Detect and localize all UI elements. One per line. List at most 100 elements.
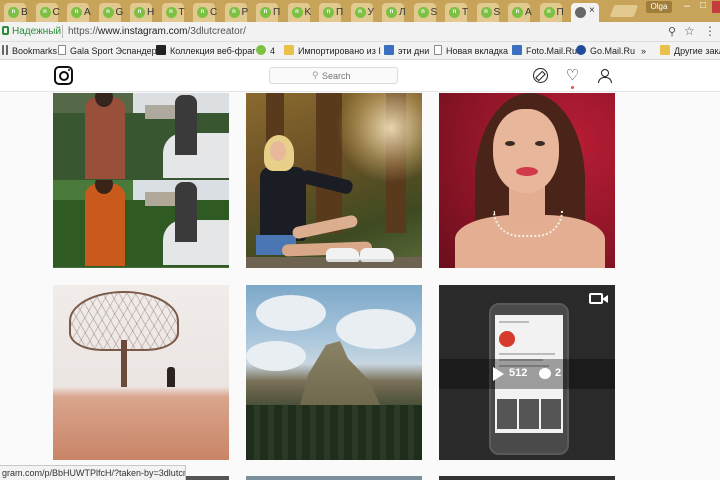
browser-tab[interactable]: nC <box>35 3 60 22</box>
bookmark-item[interactable]: » <box>641 44 646 58</box>
tab-strip: n Bn Cn An Gn Hn Tn Cn Pn Пn Kn Пn Уn Лn Sn Tn Sn An П × Ol… <box>0 0 720 22</box>
browser-tab[interactable]: nK <box>287 3 312 22</box>
bookmark-label: эти дни <box>398 46 430 56</box>
navy-bookmark-icon <box>576 45 586 55</box>
browser-tab[interactable]: nT <box>161 3 185 22</box>
browser-tab[interactable]: nУ <box>350 3 374 22</box>
comment-icon <box>539 368 551 379</box>
browser-tab[interactable]: nA <box>67 3 91 22</box>
bookmark-label: » <box>641 46 647 56</box>
bookmark-item[interactable]: 4 <box>256 44 275 58</box>
search-box[interactable]: ⚲ <box>269 67 398 84</box>
tab-title: Л <box>399 7 406 18</box>
photo-panel <box>53 180 229 267</box>
post-thumbnail-partial[interactable] <box>246 476 422 480</box>
browser-tab[interactable]: nH <box>130 3 155 22</box>
activity-heart-icon[interactable]: ♡ <box>565 68 580 83</box>
tab-favicon-icon <box>575 7 586 18</box>
search-input[interactable] <box>322 70 392 82</box>
photo-panel <box>53 93 229 180</box>
tab-favicon-icon: n <box>354 7 366 18</box>
post-thumbnail-video[interactable]: 512 2 <box>439 285 615 460</box>
bookmark-item[interactable]: Другие заклад <box>660 44 720 58</box>
url-text[interactable]: https://www.instagram.com/3dlutcreator/ <box>68 26 246 37</box>
tab-active[interactable]: × <box>571 3 599 22</box>
browser-tab[interactable]: nA <box>508 3 532 22</box>
tab-favicon-icon: n <box>543 7 555 18</box>
tab-title: P <box>241 7 249 18</box>
tab-favicon-icon: n <box>134 7 145 18</box>
bookmark-label: Gala Sport Эспандер <box>70 46 157 56</box>
browser-tab[interactable]: nB <box>4 3 28 22</box>
browser-tab[interactable]: nЛ <box>382 3 406 22</box>
explore-compass-icon[interactable] <box>533 68 548 83</box>
browser-tab[interactable]: nП <box>256 3 281 22</box>
green-bookmark-icon <box>256 45 266 55</box>
post-thumbnail[interactable] <box>246 285 422 460</box>
browser-tab[interactable]: nП <box>319 3 343 22</box>
folder-bookmark-icon <box>284 45 294 55</box>
profile-badge[interactable]: Olga <box>646 1 672 13</box>
bookmark-label: Коллекция веб-фраг <box>170 46 256 56</box>
zoom-icon[interactable]: ⚲ <box>668 25 676 38</box>
bookmark-item[interactable]: Коллекция веб-фраг <box>156 44 256 58</box>
post-thumbnail-partial[interactable] <box>439 476 615 480</box>
bookmark-item[interactable]: Bookmarks <box>2 44 57 58</box>
tab-favicon-icon: n <box>165 7 177 18</box>
search-icon: ⚲ <box>312 70 319 80</box>
maximize-icon[interactable]: □ <box>696 1 710 13</box>
tab-title: S <box>493 7 501 18</box>
black-bookmark-icon <box>156 45 166 55</box>
new-tab-button[interactable] <box>609 5 639 17</box>
post-thumbnail[interactable] <box>439 93 615 268</box>
bookmark-star-icon[interactable]: ☆ <box>684 24 695 38</box>
tab-title: П <box>273 7 281 18</box>
bookmark-label: Foto.Mail.Ru <box>526 46 578 56</box>
post-thumbnail[interactable] <box>246 93 422 268</box>
post-thumbnail[interactable] <box>53 285 229 460</box>
lock-icon <box>2 26 9 35</box>
close-tab-icon[interactable]: × <box>589 5 595 16</box>
tab-title: У <box>367 7 374 18</box>
tab-favicon-icon: n <box>228 7 240 18</box>
post-thumbnail[interactable] <box>53 93 229 268</box>
instagram-logo-icon[interactable] <box>54 66 73 85</box>
browser-tab[interactable]: nS <box>413 3 438 22</box>
tab-title: H <box>147 7 155 18</box>
address-bar[interactable]: Надежный https://www.instagram.com/3dlut… <box>0 22 720 42</box>
browser-tab[interactable]: nT <box>445 3 468 22</box>
view-count: 512 <box>509 367 528 379</box>
bookmark-item[interactable]: Новая вкладка <box>434 44 508 58</box>
tab-title: C <box>210 7 218 18</box>
bookmark-label: Go.Mail.Ru <box>590 46 636 56</box>
bookmark-item[interactable]: Foto.Mail.Ru <box>512 44 577 58</box>
profile-icon[interactable] <box>597 68 612 83</box>
close-window-icon[interactable] <box>712 1 720 13</box>
tab-title: П <box>556 7 564 18</box>
tab-favicon-icon: n <box>323 7 334 18</box>
minimize-icon[interactable]: – <box>680 1 694 13</box>
tab-favicon-icon: n <box>71 7 82 18</box>
bookmark-item[interactable]: эти дни <box>384 44 429 58</box>
secure-label: Надежный <box>12 26 62 37</box>
bookmark-item[interactable]: Импортировано из I <box>284 44 381 58</box>
tab-favicon-icon: n <box>480 7 492 18</box>
status-url: gram.com/p/BbHUWTPlfcH/?taken-by=3dlutcr… <box>0 465 186 480</box>
browser-tab[interactable]: nП <box>539 3 564 22</box>
browser-tab[interactable]: nC <box>193 3 218 22</box>
browser-tab[interactable]: nG <box>98 3 124 22</box>
tab-title: A <box>525 7 532 18</box>
tab-title: G <box>115 7 124 18</box>
blue-bookmark-icon <box>384 45 394 55</box>
url-path: /3dlutcreator/ <box>187 26 246 37</box>
bookmark-item[interactable]: Go.Mail.Ru <box>576 44 635 58</box>
tab-title: A <box>84 7 91 18</box>
browser-tab[interactable]: nS <box>476 3 501 22</box>
tab-title: S <box>430 7 438 18</box>
bookmark-label: 4 <box>270 46 276 56</box>
bookmark-item[interactable]: Gala Sport Эспандер <box>58 44 157 58</box>
menu-icon[interactable]: ⋮ <box>704 24 716 38</box>
browser-tab[interactable]: nP <box>224 3 249 22</box>
tab-title: K <box>304 7 312 18</box>
page-bookmark-icon <box>58 45 66 55</box>
